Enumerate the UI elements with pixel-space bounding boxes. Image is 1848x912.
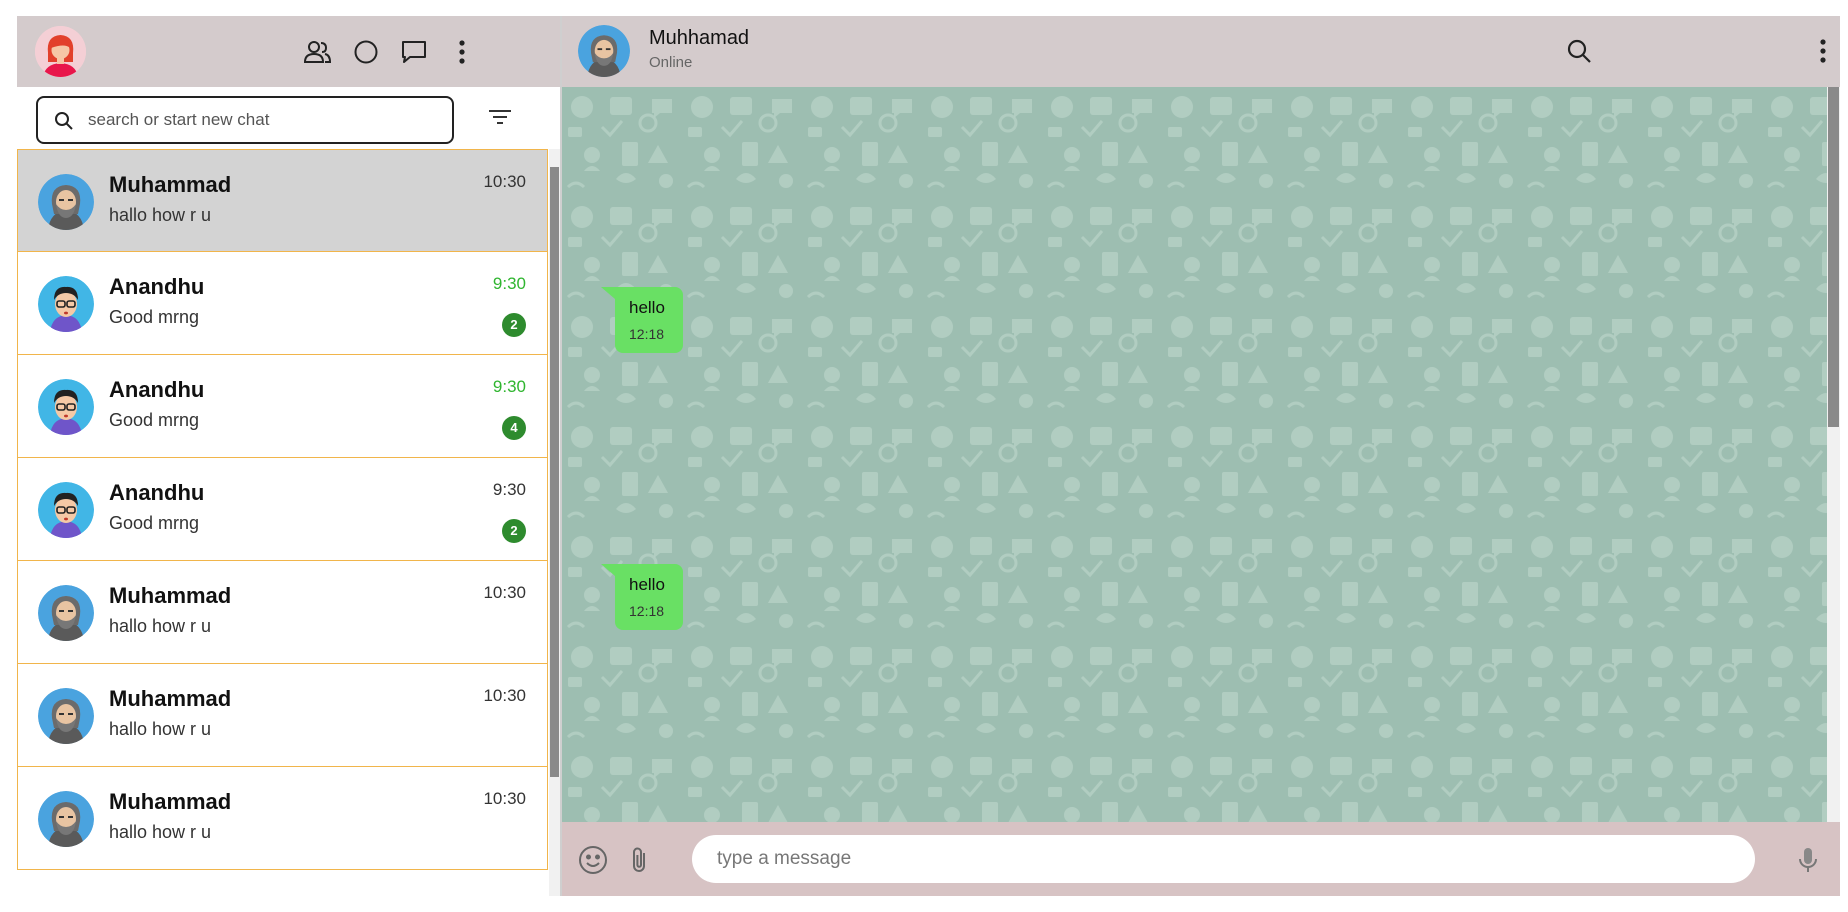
chat-name: Muhammad bbox=[109, 172, 232, 197]
chat-time: 10:30 bbox=[483, 172, 526, 191]
chat-avatar bbox=[38, 688, 94, 744]
sidebar-menu-icon[interactable] bbox=[446, 36, 478, 68]
contact-name: Muhhamad bbox=[649, 27, 750, 49]
chat-avatar bbox=[38, 482, 94, 538]
contact-status: Online bbox=[649, 54, 693, 71]
chat-list-item[interactable]: Muhammad hallo how r u 10:30 bbox=[17, 149, 548, 252]
sidebar-header bbox=[17, 16, 560, 87]
chat-avatar bbox=[38, 174, 94, 230]
chat-avatar bbox=[38, 379, 94, 435]
search-box bbox=[36, 96, 454, 144]
chat-avatar bbox=[38, 791, 94, 847]
message-text: hello bbox=[629, 298, 665, 317]
sidebar-scrollbar-thumb[interactable] bbox=[550, 167, 559, 777]
chat-time: 10:30 bbox=[483, 789, 526, 808]
chat-time: 10:30 bbox=[483, 583, 526, 602]
conversation-menu-icon[interactable] bbox=[1807, 35, 1839, 67]
search-input[interactable] bbox=[88, 108, 438, 132]
message-text: hello bbox=[629, 575, 665, 594]
chat-name: Anandhu bbox=[109, 480, 205, 505]
community-icon[interactable] bbox=[301, 36, 333, 68]
sidebar: Muhammad hallo how r u 10:30 Anandhu Good mr… bbox=[17, 16, 562, 896]
chat-last-message: Good mrng bbox=[109, 307, 200, 327]
chat-avatar bbox=[38, 585, 94, 641]
microphone-icon[interactable] bbox=[1792, 844, 1824, 876]
conversation-panel: Muhhamad Online hello 12:18 hello 12:18 … bbox=[562, 16, 1840, 896]
chat-last-message: hallo how r u bbox=[109, 616, 212, 636]
chat-list-item[interactable]: Anandhu Good mrng 9:30 2 bbox=[17, 458, 548, 561]
message-time: 12:18 bbox=[629, 326, 665, 342]
conversation-header[interactable]: Muhhamad Online bbox=[562, 16, 1840, 87]
chat-time: 10:30 bbox=[483, 686, 526, 705]
unread-badge: 4 bbox=[502, 416, 526, 440]
chat-list-item[interactable]: Muhammad hallo how r u 10:30 bbox=[17, 767, 548, 870]
unread-badge: 2 bbox=[502, 519, 526, 543]
chat-wallpaper-pattern bbox=[562, 87, 1840, 822]
chat-last-message: hallo how r u bbox=[109, 822, 212, 842]
chat-app: Muhammad hallo how r u 10:30 Anandhu Good mr… bbox=[17, 16, 1840, 896]
received-message[interactable]: hello 12:18 bbox=[601, 287, 683, 353]
chat-name: Muhammad bbox=[109, 583, 232, 608]
search-icon bbox=[55, 112, 73, 130]
emoji-icon[interactable] bbox=[577, 844, 609, 876]
chat-name: Muhammad bbox=[109, 686, 232, 711]
new-chat-icon[interactable] bbox=[398, 36, 430, 68]
chat-list-item[interactable]: Anandhu Good mrng 9:30 4 bbox=[17, 355, 548, 458]
chat-name: Anandhu bbox=[109, 377, 205, 402]
chat-list-item[interactable]: Muhammad hallo how r u 10:30 bbox=[17, 561, 548, 664]
status-icon[interactable] bbox=[350, 36, 382, 68]
contact-avatar[interactable] bbox=[578, 25, 630, 77]
filter-icon[interactable] bbox=[487, 107, 517, 135]
chat-last-message: Good mrng bbox=[109, 513, 200, 533]
unread-badge: 2 bbox=[502, 313, 526, 337]
conversation-search-icon[interactable] bbox=[1563, 35, 1595, 67]
chat-name: Anandhu bbox=[109, 274, 205, 299]
message-scrollbar-thumb[interactable] bbox=[1828, 87, 1839, 427]
chat-time: 9:30 bbox=[492, 377, 526, 396]
chat-name: Muhammad bbox=[109, 789, 232, 814]
attach-icon[interactable] bbox=[624, 844, 656, 876]
received-message[interactable]: hello 12:18 bbox=[601, 564, 683, 630]
chat-list-item[interactable]: Muhammad hallo how r u 10:30 bbox=[17, 664, 548, 767]
chat-last-message: Good mrng bbox=[109, 410, 200, 430]
chat-last-message: hallo how r u bbox=[109, 719, 212, 739]
chat-list: Muhammad hallo how r u 10:30 Anandhu Good mr… bbox=[17, 149, 549, 896]
my-profile-avatar[interactable] bbox=[35, 26, 86, 77]
chat-time: 9:30 bbox=[492, 480, 526, 499]
chat-list-item[interactable]: Anandhu Good mrng 9:30 2 bbox=[17, 252, 548, 355]
chat-last-message: hallo how r u bbox=[109, 205, 212, 225]
chat-avatar bbox=[38, 276, 94, 332]
message-composer bbox=[562, 822, 1840, 896]
message-input[interactable] bbox=[692, 835, 1755, 883]
message-area[interactable]: hi12:15hello12:18hello12:18hello12:18hel… bbox=[562, 87, 1840, 822]
message-time: 12:18 bbox=[629, 603, 665, 619]
chat-time: 9:30 bbox=[492, 274, 526, 293]
